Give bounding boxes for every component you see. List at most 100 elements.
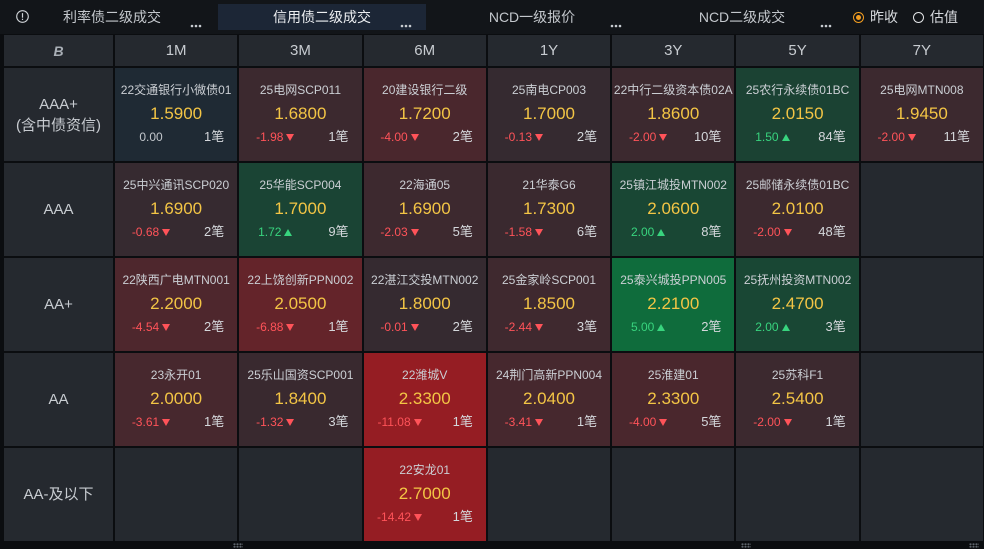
- bond-name: 25电网MTN008: [880, 83, 964, 97]
- down-arrow-icon: [659, 133, 668, 141]
- bond-cell[interactable]: 22湛江交投MTN002 1.8000 -0.01 2笔: [363, 258, 486, 351]
- bond-cell[interactable]: 25华能SCP004 1.7000 1.72 9笔: [239, 163, 362, 256]
- bond-cell[interactable]: 22上饶创新PPN002 2.0500 -6.88 1笔: [239, 258, 362, 351]
- bond-cell[interactable]: 25邮储永续债01BC 2.0100 -2.00 48笔: [736, 163, 859, 256]
- bond-name: 21华泰G6: [522, 178, 576, 192]
- rating-header: AAA+ (含中债资信): [4, 68, 113, 161]
- tab-credit-bond-trades[interactable]: 信用债二级成交: [218, 4, 426, 30]
- down-arrow-icon: [286, 323, 295, 331]
- bond-cell[interactable]: 25农行永续债01BC 2.0150 1.50 84笔: [736, 68, 859, 161]
- down-arrow-icon: [659, 418, 668, 426]
- bond-cell[interactable]: 25电网SCP011 1.6800 -1.98 1笔: [239, 68, 362, 161]
- more-icon[interactable]: [400, 15, 412, 28]
- bond-yield: 1.6900: [398, 199, 451, 218]
- tab-rate-bond-trades[interactable]: 利率债二级成交: [8, 4, 216, 30]
- credit-bond-heatmap-grid: B 1M 3M 6M 1Y 3Y 5Y 7Y AAA+ (含中债资信) 22交通银行小微债01 1.5…: [4, 35, 983, 541]
- bond-name: 22安龙01: [399, 463, 451, 477]
- yield-change-value: 1.50: [755, 130, 779, 144]
- bond-cell[interactable]: 25乐山国资SCP001 1.8400 -1.32 3笔: [239, 353, 362, 446]
- tab-ncd-primary-quotes[interactable]: NCD一级报价: [428, 4, 636, 30]
- rating-label: AAA: [43, 201, 74, 218]
- trade-count: 1笔: [328, 319, 349, 334]
- bond-cell[interactable]: 22陕西广电MTN001 2.2000 -4.54 2笔: [115, 258, 238, 351]
- drag-handle-icon[interactable]: [969, 543, 979, 548]
- trade-count: 11笔: [943, 129, 970, 144]
- bond-name: 22海通05: [399, 178, 451, 192]
- more-icon[interactable]: [610, 15, 622, 28]
- down-arrow-icon: [286, 418, 295, 426]
- bond-name: 25电网SCP011: [259, 83, 341, 97]
- yield-change: -3.61: [115, 414, 187, 430]
- bond-cell[interactable]: 25金家岭SCP001 1.8500 -2.44 3笔: [487, 258, 611, 351]
- bond-cell[interactable]: 25抚州投资MTN002 2.4700 2.00 3笔: [736, 258, 859, 351]
- corner-header-cell: B: [4, 35, 113, 66]
- empty-cell: [860, 258, 983, 351]
- bond-cell[interactable]: 22中行二级资本债02A 1.8600 -2.00 10笔: [612, 68, 735, 161]
- bond-yield: 1.8000: [398, 294, 451, 313]
- yield-change: 0.00: [115, 129, 187, 145]
- down-arrow-icon: [907, 133, 916, 141]
- more-icon[interactable]: [190, 15, 202, 28]
- radio-prev-close[interactable]: 昨收: [853, 7, 898, 27]
- bond-name: 23永开01: [150, 368, 202, 382]
- bond-cell[interactable]: 22安龙01 2.7000 -14.42 1笔: [363, 448, 486, 541]
- tenor-header: 1Y: [487, 35, 611, 66]
- bond-cell[interactable]: 22潍城V 2.3300 -11.08 1笔: [363, 353, 486, 446]
- down-arrow-icon: [783, 228, 792, 236]
- drag-handle-icon[interactable]: [233, 543, 243, 548]
- down-arrow-icon: [535, 323, 544, 331]
- bond-cell[interactable]: 24荆门高新PPN004 2.0400 -3.41 1笔: [487, 353, 611, 446]
- radio-circle-icon[interactable]: [913, 11, 924, 23]
- down-arrow-icon: [783, 418, 792, 426]
- yield-change-value: -3.41: [504, 415, 533, 429]
- radio-label: 昨收: [870, 9, 898, 25]
- trade-count: 2笔: [452, 319, 473, 334]
- bond-cell[interactable]: 22海通05 1.6900 -2.03 5笔: [363, 163, 486, 256]
- yield-change-value: -2.00: [753, 225, 781, 239]
- bond-name: 25抚州投资MTN002: [743, 273, 852, 287]
- yield-change: -3.41: [488, 414, 560, 430]
- bond-cell[interactable]: 21华泰G6 1.7300 -1.58 6笔: [487, 163, 611, 256]
- empty-cell: [860, 163, 983, 256]
- yield-change: 2.00: [736, 319, 808, 335]
- yield-change: -11.08: [364, 414, 436, 430]
- bond-cell[interactable]: 25中兴通讯SCP020 1.6900 -0.68 2笔: [115, 163, 238, 256]
- bond-cell[interactable]: 25苏科F1 2.5400 -2.00 1笔: [736, 353, 859, 446]
- radio-circle-icon[interactable]: [853, 11, 864, 23]
- yield-change: -0.01: [364, 319, 436, 335]
- tab-ncd-secondary-trades[interactable]: NCD二级成交: [638, 4, 846, 30]
- trade-count: 1笔: [452, 414, 473, 429]
- bond-cell[interactable]: 20建设银行二级 1.7200 -4.00 2笔: [363, 68, 486, 161]
- bond-yield: 2.0400: [522, 389, 575, 408]
- more-icon[interactable]: [820, 15, 832, 28]
- tab-label: NCD一级报价: [488, 9, 576, 25]
- bond-cell[interactable]: 23永开01 2.0000 -3.61 1笔: [115, 353, 238, 446]
- up-arrow-icon: [284, 228, 293, 236]
- rating-label: AA+: [44, 296, 73, 313]
- radio-valuation[interactable]: 估值: [913, 7, 958, 27]
- bond-cell[interactable]: 25电网MTN008 1.9450 -2.00 11笔: [860, 68, 983, 161]
- bond-cell[interactable]: 25泰兴城投PPN005 2.2100 5.00 2笔: [612, 258, 735, 351]
- trade-count: 6笔: [576, 224, 598, 239]
- bond-yield: 1.6900: [150, 199, 203, 218]
- bond-name: 25邮储永续债01BC: [745, 178, 850, 192]
- yield-change: -4.54: [115, 319, 187, 335]
- bond-cell[interactable]: 25南电CP003 1.7000 -0.13 2笔: [487, 68, 611, 161]
- drag-handle-icon[interactable]: [741, 543, 751, 548]
- bond-yield: 2.0150: [771, 104, 824, 123]
- yield-change-value: -2.00: [753, 415, 781, 429]
- bond-cell[interactable]: 25淮建01 2.3300 -4.00 5笔: [612, 353, 735, 446]
- bond-yield: 2.7000: [398, 484, 451, 503]
- bond-yield: 2.2000: [150, 294, 203, 313]
- yield-change: -1.98: [239, 129, 311, 145]
- bond-name: 25乐山国资SCP001: [247, 368, 354, 382]
- yield-change-value: -4.00: [380, 130, 408, 144]
- bond-cell[interactable]: 25镇江城投MTN002 2.0600 2.00 8笔: [612, 163, 735, 256]
- rating-label: AA-及以下: [23, 486, 94, 503]
- alert-circle-icon[interactable]: [16, 10, 29, 23]
- down-arrow-icon: [413, 418, 422, 426]
- trade-count: 1笔: [576, 414, 598, 429]
- yield-change-value: -2.00: [628, 130, 657, 144]
- bond-yield: 1.7300: [522, 199, 575, 218]
- bond-cell[interactable]: 22交通银行小微债01 1.5900 0.00 1笔: [115, 68, 238, 161]
